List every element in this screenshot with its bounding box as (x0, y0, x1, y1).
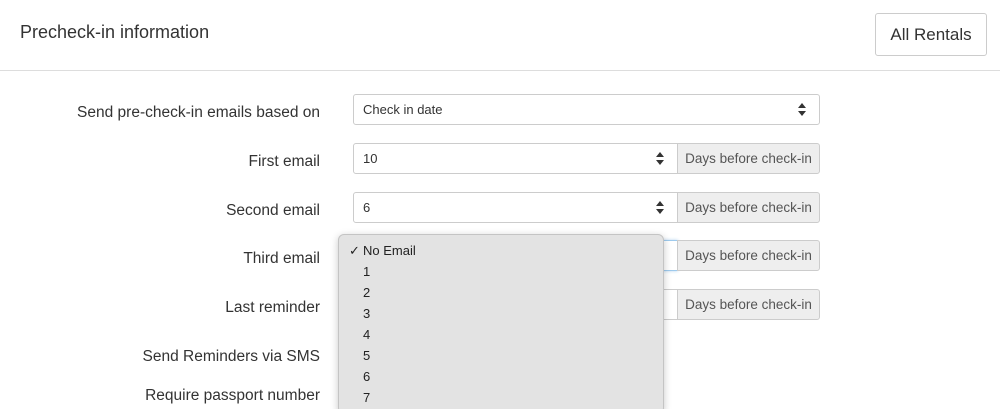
second-email-label: Second email (226, 202, 320, 219)
dropdown-option[interactable]: 6 (339, 367, 663, 388)
third-email-label: Third email (243, 250, 320, 267)
up-down-chevron-icon (798, 103, 808, 116)
checkmark-icon: ✓ (349, 243, 360, 258)
dropdown-option[interactable]: 1 (339, 262, 663, 283)
second-email-select[interactable]: 6 (353, 192, 678, 223)
up-down-chevron-icon (656, 152, 666, 165)
first-email-label: First email (248, 153, 320, 170)
third-email-dropdown-menu: ✓ No Email 1 2 3 4 5 6 7 (338, 234, 664, 409)
first-email-days-addon: Days before check-in (677, 143, 820, 174)
passport-label: Require passport number (145, 387, 320, 404)
up-down-chevron-icon (656, 201, 666, 214)
second-email-days-addon: Days before check-in (677, 192, 820, 223)
page-title: Precheck-in information (20, 22, 210, 42)
page-header: Precheck-in information All Rentals (0, 0, 1000, 71)
dropdown-option[interactable]: 3 (339, 304, 663, 325)
send-based-on-select[interactable]: Check in date (353, 94, 820, 125)
dropdown-option[interactable]: 5 (339, 346, 663, 367)
first-email-value: 10 (363, 151, 378, 166)
dropdown-option[interactable]: 4 (339, 325, 663, 346)
send-based-on-label: Send pre-check-in emails based on (77, 104, 320, 121)
last-reminder-days-addon: Days before check-in (677, 289, 820, 320)
third-email-days-addon: Days before check-in (677, 240, 820, 271)
dropdown-option[interactable]: 7 (339, 388, 663, 409)
send-based-on-value: Check in date (363, 102, 443, 117)
first-email-select[interactable]: 10 (353, 143, 678, 174)
dropdown-option[interactable]: ✓ No Email (339, 241, 663, 262)
last-reminder-label: Last reminder (225, 299, 320, 316)
all-rentals-button[interactable]: All Rentals (875, 13, 987, 56)
sms-reminders-label: Send Reminders via SMS (142, 348, 320, 365)
second-email-value: 6 (363, 200, 371, 215)
dropdown-option[interactable]: 2 (339, 283, 663, 304)
